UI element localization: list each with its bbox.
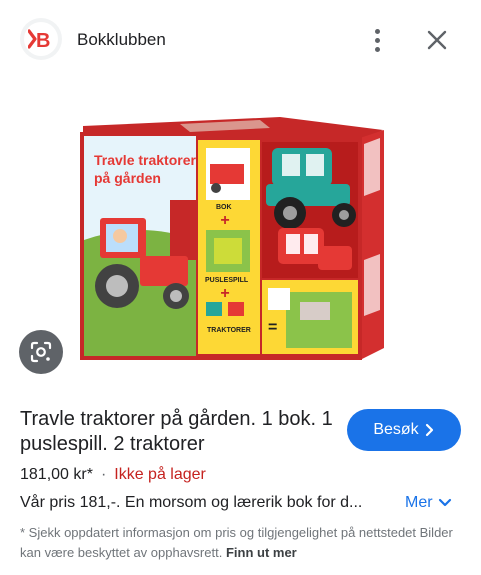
more-button[interactable]: Mer bbox=[405, 494, 452, 512]
stock-status: Ikke på lager bbox=[114, 466, 206, 483]
more-label: Mer bbox=[405, 494, 433, 511]
more-vert-icon bbox=[374, 28, 380, 34]
site-name: Bokklubben bbox=[77, 30, 166, 49]
product-description: Vår pris 181,-. En morsom og lærerik bok… bbox=[20, 494, 363, 511]
description-row: Vår pris 181,-. En morsom og lærerik bok… bbox=[20, 494, 465, 516]
chevron-down-icon bbox=[438, 498, 451, 507]
disclaimer: * Sjekk oppdatert informasjon om pris og… bbox=[20, 523, 465, 563]
box-title-line1: Travle traktorer bbox=[94, 152, 196, 168]
equals-sign: = bbox=[268, 319, 277, 336]
more-options-button[interactable] bbox=[362, 24, 392, 56]
header: B Bokklubben bbox=[0, 0, 481, 80]
visit-label: Besøk bbox=[373, 421, 419, 438]
label-traktorer: TRAKTORER bbox=[207, 327, 251, 334]
price: 181,00 kr* bbox=[20, 466, 93, 483]
chevron-right-icon bbox=[425, 423, 433, 437]
close-icon bbox=[427, 30, 447, 50]
visit-button[interactable]: Besøk bbox=[347, 409, 461, 451]
lens-search-button[interactable] bbox=[19, 330, 63, 374]
label-bok: BOK bbox=[216, 204, 232, 211]
close-button[interactable] bbox=[421, 24, 453, 56]
bokklubben-logo-icon: B bbox=[24, 22, 58, 56]
price-row: 181,00 kr* · Ikke på lager bbox=[20, 466, 206, 484]
product-image[interactable]: Travle traktorer på gården BOK + PUSLESP… bbox=[0, 80, 481, 380]
logo-letter: B bbox=[36, 30, 50, 50]
label-puslespill: PUSLESPILL bbox=[205, 277, 249, 284]
box-title-line2: på gården bbox=[94, 170, 161, 186]
product-title[interactable]: Travle traktorer på gården. 1 bok. 1 pus… bbox=[20, 407, 340, 457]
learn-more-link[interactable]: Finn ut mer bbox=[226, 545, 297, 560]
plus-2: + bbox=[220, 285, 229, 302]
plus-1: + bbox=[220, 212, 229, 229]
site-logo[interactable]: B bbox=[20, 18, 62, 60]
lens-icon bbox=[30, 341, 52, 363]
separator: · bbox=[100, 466, 107, 483]
